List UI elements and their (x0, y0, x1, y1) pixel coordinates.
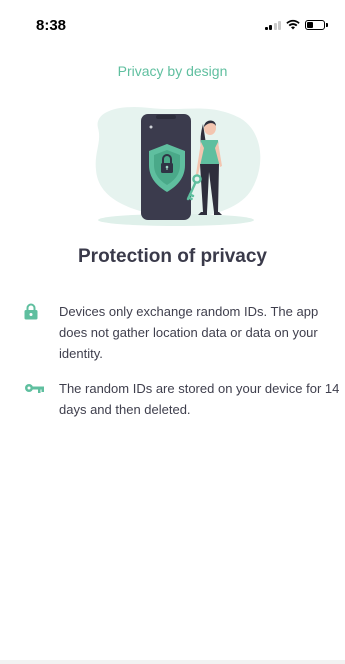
status-time: 8:38 (36, 17, 67, 34)
page-subtitle: Privacy by design (117, 63, 228, 79)
info-item-random-ids: Devices only exchange random IDs. The ap… (24, 301, 340, 364)
battery-icon (305, 19, 328, 30)
cellular-signal-icon (264, 20, 281, 30)
bottom-bar (0, 660, 345, 664)
info-text-storage: The random IDs are stored on your device… (59, 381, 340, 417)
privacy-illustration (95, 106, 261, 226)
status-icons (264, 19, 328, 30)
info-item-storage: The random IDs are stored on your device… (24, 378, 340, 420)
info-list: Devices only exchange random IDs. The ap… (24, 301, 340, 434)
lock-icon (24, 303, 48, 325)
status-bar: 8:38 (0, 0, 345, 50)
page-title: Protection of privacy (78, 246, 267, 267)
key-icon (24, 380, 48, 401)
wifi-icon (286, 19, 300, 30)
info-text-random-ids: Devices only exchange random IDs. The ap… (59, 304, 319, 361)
